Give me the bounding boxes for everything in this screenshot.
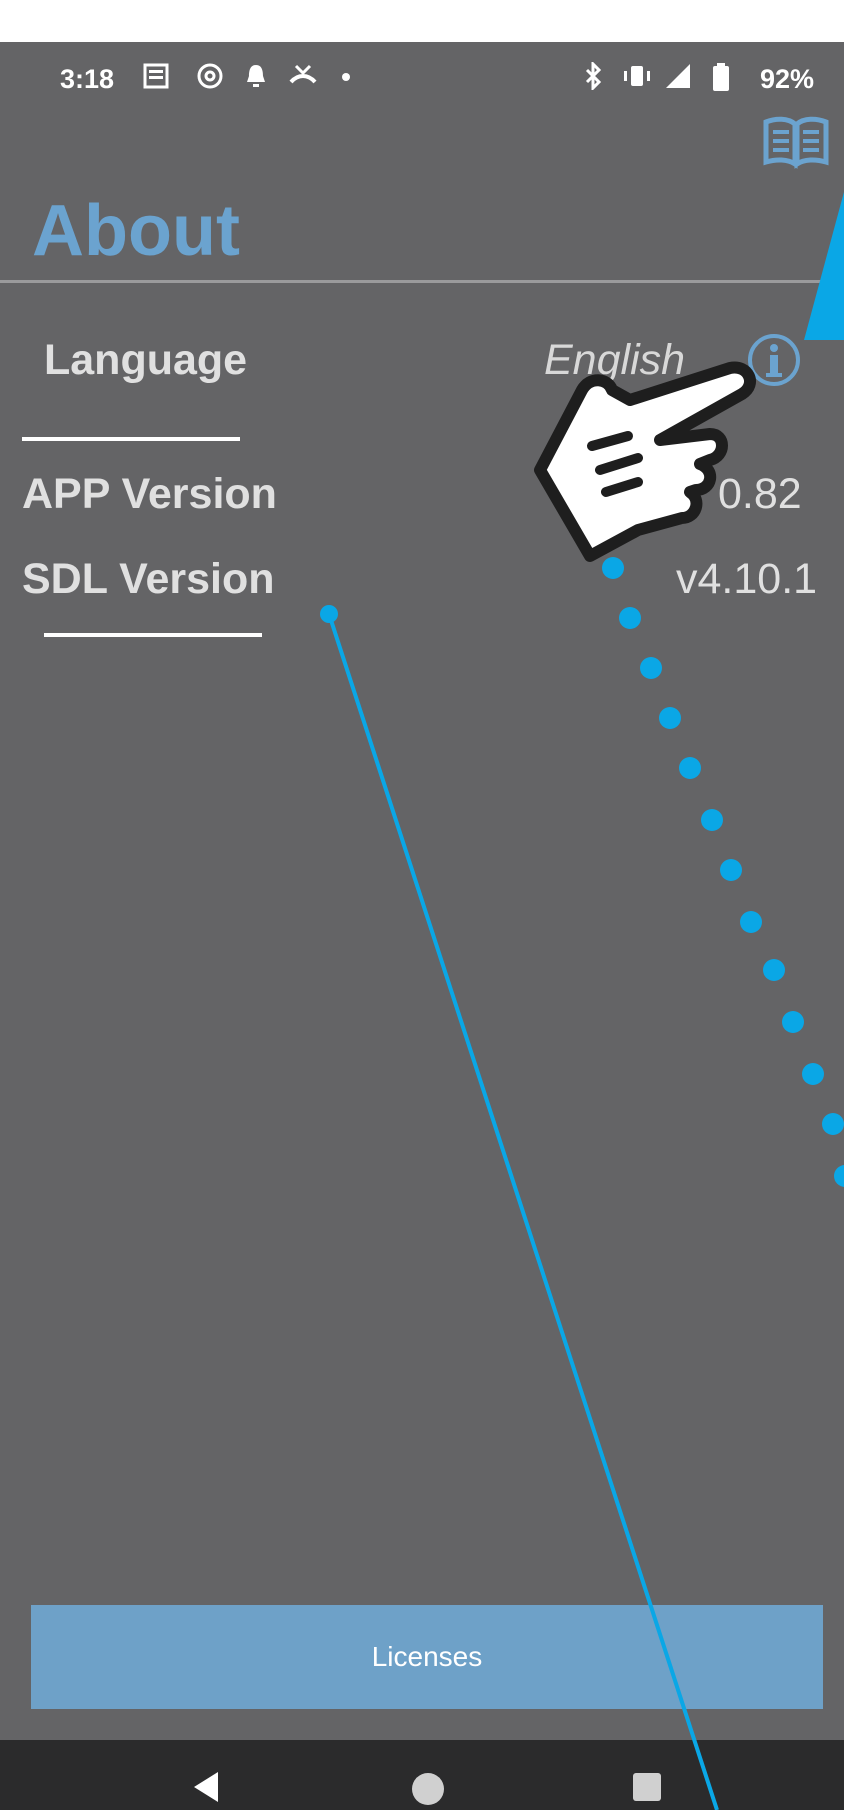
screenshot-canvas: 3:18 92% About Language English APP Vers…: [0, 0, 844, 1810]
language-underline: [22, 437, 240, 441]
recents-icon[interactable]: [630, 1770, 664, 1809]
dot-icon: [340, 62, 352, 92]
pointing-hand-icon: [534, 361, 756, 562]
signal-icon: [664, 62, 694, 92]
language-label: Language: [44, 336, 248, 384]
threads-icon: [196, 62, 224, 92]
missed-call-icon: [288, 62, 318, 92]
licenses-button[interactable]: Licenses: [31, 1605, 823, 1709]
app-version-label: APP Version: [22, 470, 277, 518]
sdl-version-label: SDL Version: [22, 555, 275, 603]
back-icon[interactable]: [190, 1770, 224, 1809]
status-time: 3:18: [60, 64, 115, 94]
sdl-version-underline: [44, 633, 262, 637]
battery-percentage: 92%: [760, 64, 815, 94]
phone-screen: [0, 42, 844, 1810]
battery-icon: [710, 62, 732, 92]
bluetooth-icon: [580, 60, 606, 92]
vibrate-icon: [620, 62, 654, 92]
bell-icon: [244, 62, 268, 92]
book-icon[interactable]: [762, 114, 830, 170]
page-title: About: [32, 191, 240, 271]
header-divider: [0, 280, 844, 283]
home-icon[interactable]: [409, 1770, 447, 1810]
news-icon: [142, 62, 170, 92]
